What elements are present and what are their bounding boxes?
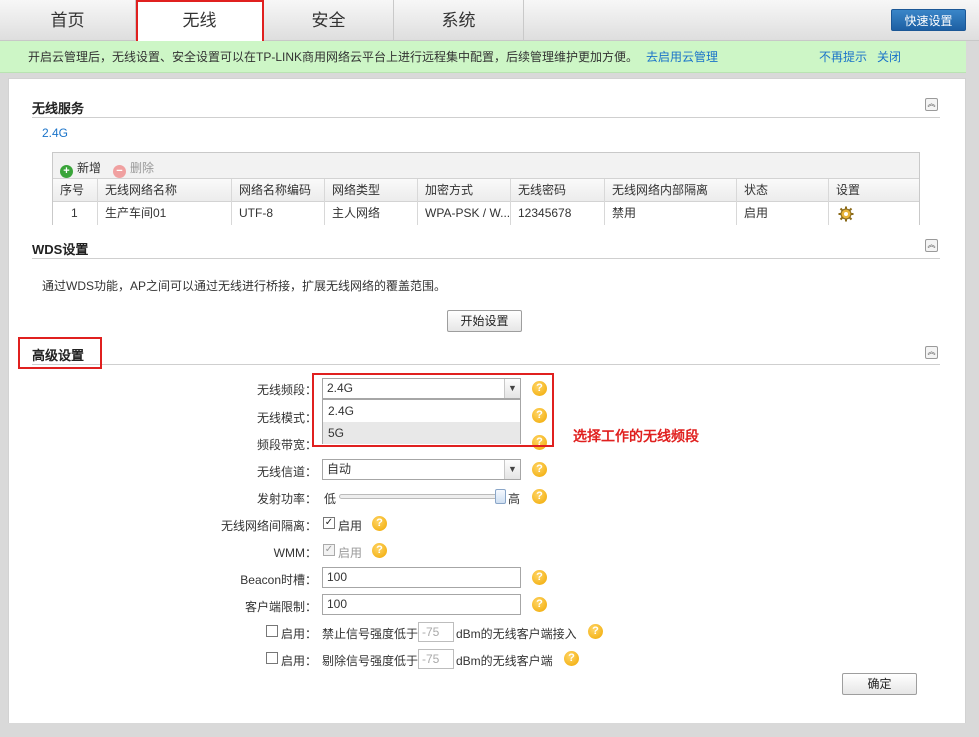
footer-strip (0, 723, 979, 737)
wmm-field-label: WMM： (273, 546, 317, 560)
isolation-checkbox-label: 启用 (338, 519, 363, 533)
reject-weak-checkbox-label: 启用： (281, 627, 318, 641)
delete-label: 删除 (130, 161, 155, 175)
wireless-service-title: 无线服务 (32, 101, 85, 116)
isolation-checkbox[interactable]: ✓ (323, 517, 335, 529)
reject-weak-suffix: dBm的无线客户端接入 (456, 627, 577, 641)
minus-icon: − (113, 165, 126, 178)
highlight-box-advanced (18, 337, 102, 369)
row-cell-encoding: UTF-8 (232, 202, 325, 225)
band-field-label: 无线频段： (256, 383, 317, 397)
power-low-label: 低 (324, 492, 337, 506)
wireless-service-header: 无线服务 (32, 96, 940, 118)
collapse-icon[interactable]: ︽ (925, 239, 938, 252)
table-header: 序号 无线网络名称 网络名称编码 网络类型 加密方式 无线密码 无线网络内部隔离… (53, 179, 919, 202)
wmm-checkbox-label: 启用 (338, 546, 363, 560)
bandwidth-field-label: 频段带宽： (256, 438, 317, 452)
help-icon[interactable]: ? (532, 489, 547, 504)
channel-select[interactable]: 自动 ▼ (322, 459, 521, 480)
row-cell-isolation: 禁用 (605, 202, 737, 225)
row-cell-status: 启用 (737, 202, 829, 225)
client-limit-input[interactable]: 100 (322, 594, 521, 615)
band-label: 2.4G (42, 126, 69, 140)
annotation-text: 选择工作的无线频段 (573, 428, 699, 444)
reject-weak-prefix: 禁止信号强度低于 (322, 627, 419, 641)
row-cell-encryption: WPA-PSK / W... (418, 202, 511, 225)
kick-weak-checkbox-label: 启用： (281, 654, 318, 668)
quick-setup-button[interactable]: 快速设置 (891, 9, 966, 31)
table-row: 1 生产车间01 UTF-8 主人网络 WPA-PSK / W... 12345… (53, 202, 919, 225)
column-header: 设置 (836, 183, 861, 197)
power-high-label: 高 (508, 492, 521, 506)
chevron-down-icon: ▼ (504, 460, 520, 479)
help-icon[interactable]: ? (588, 624, 603, 639)
channel-select-value: 自动 (327, 462, 352, 476)
isolation-field-label: 无线网络间隔离： (220, 519, 317, 533)
row-cell-index: 1 (53, 202, 98, 225)
kick-weak-prefix: 剔除信号强度低于 (322, 654, 419, 668)
row-cell-ssid: 生产车间01 (98, 202, 232, 225)
help-icon[interactable]: ? (532, 570, 547, 585)
column-header: 无线密码 (511, 179, 605, 202)
help-icon[interactable]: ? (372, 516, 387, 531)
channel-field-label: 无线信道： (256, 465, 317, 479)
dont-remind-link[interactable]: 不再提示 (819, 41, 867, 73)
column-header: 无线网络名称 (98, 179, 232, 202)
help-icon[interactable]: ? (564, 651, 579, 666)
column-header: 无线网络内部隔离 (605, 179, 737, 202)
tab-system[interactable]: 系统 (394, 0, 524, 41)
collapse-icon[interactable]: ︽ (925, 98, 938, 111)
column-header: 网络类型 (325, 179, 418, 202)
column-header: 序号 (53, 179, 98, 202)
row-cell-network-type: 主人网络 (325, 202, 418, 225)
beacon-input[interactable]: 100 (322, 567, 521, 588)
client-limit-field-label: 客户端限制： (244, 600, 317, 614)
help-icon[interactable]: ? (532, 597, 547, 612)
reject-weak-threshold-input[interactable]: -75 (418, 622, 454, 642)
tab-home[interactable]: 首页 (0, 0, 136, 41)
column-header: 网络名称编码 (232, 179, 325, 202)
start-wds-button[interactable]: 开始设置 (447, 310, 522, 332)
plus-icon: + (60, 165, 73, 178)
wds-title: WDS设置 (32, 242, 89, 257)
help-icon[interactable]: ? (532, 462, 547, 477)
power-slider-handle[interactable] (495, 489, 506, 504)
wireless-table: + 新增 − 删除 序号 无线网络名称 网络名称编码 网络类型 加密方式 无线密码 … (52, 152, 920, 225)
confirm-button[interactable]: 确定 (842, 673, 917, 695)
close-banner-link[interactable]: 关闭 (877, 41, 901, 73)
kick-weak-threshold-input[interactable]: -75 (418, 649, 454, 669)
banner-message: 开启云管理后，无线设置、安全设置可以在TP-LINK商用网络云平台上进行远程集中… (28, 50, 639, 64)
highlight-box-wireless-tab (136, 0, 264, 43)
column-header: 加密方式 (418, 179, 511, 202)
wds-header: WDS设置 (32, 237, 940, 259)
beacon-field-label: Beacon时槽： (240, 573, 317, 587)
advanced-header: 高级设置 (32, 343, 940, 365)
wmm-checkbox: ✓ (323, 544, 335, 556)
row-settings-cell (829, 202, 919, 225)
add-button[interactable]: + 新增 (60, 159, 101, 178)
power-slider-track[interactable] (339, 494, 506, 499)
wds-description: 通过WDS功能，AP之间可以通过无线进行桥接，扩展无线网络的覆盖范围。 (42, 279, 447, 293)
highlight-box-band (312, 373, 554, 447)
cloud-banner: 开启云管理后，无线设置、安全设置可以在TP-LINK商用网络云平台上进行远程集中… (0, 41, 966, 73)
enable-cloud-link[interactable]: 去启用云管理 (646, 41, 718, 73)
table-toolbar: + 新增 − 删除 (53, 153, 919, 179)
row-cell-password: 12345678 (511, 202, 605, 225)
gear-icon[interactable] (838, 206, 854, 222)
reject-weak-checkbox[interactable] (266, 625, 278, 637)
add-label: 新增 (77, 161, 102, 175)
kick-weak-checkbox[interactable] (266, 652, 278, 664)
tab-security[interactable]: 安全 (264, 0, 394, 41)
delete-button[interactable]: − 删除 (113, 159, 154, 178)
mode-field-label: 无线模式： (256, 411, 317, 425)
kick-weak-suffix: dBm的无线客户端 (456, 654, 553, 668)
power-field-label: 发射功率： (256, 492, 317, 506)
collapse-icon[interactable]: ︽ (925, 346, 938, 359)
help-icon[interactable]: ? (372, 543, 387, 558)
column-header: 状态 (737, 179, 829, 202)
